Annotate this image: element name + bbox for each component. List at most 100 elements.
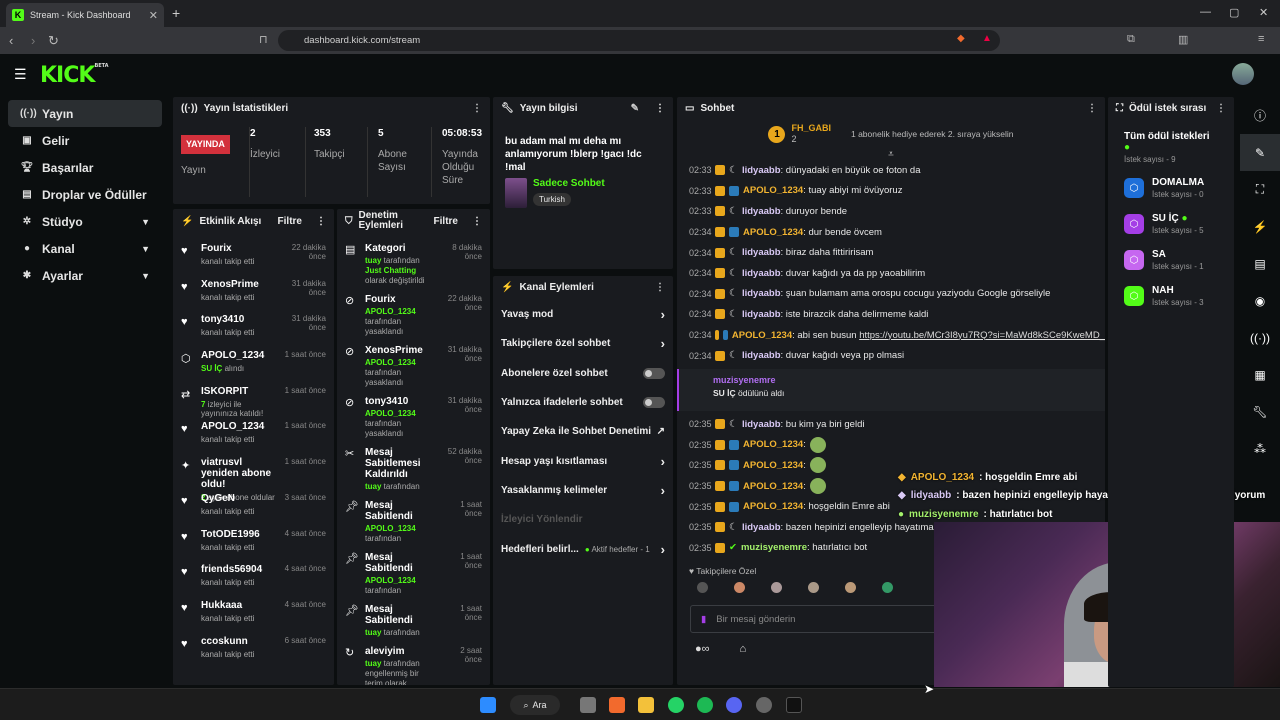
activity-user[interactable]: TotODE1996 (201, 529, 277, 540)
app-icon[interactable] (756, 697, 772, 713)
extensions-icon[interactable]: ⧉ (1127, 33, 1135, 46)
lightning-icon[interactable]: ⚡ (1240, 208, 1280, 245)
activity-user[interactable]: friends56904 (201, 564, 277, 575)
sidebar-toggle-icon[interactable]: ▥ (1178, 33, 1188, 46)
hamburger-menu-icon[interactable]: ☰ (14, 66, 27, 83)
activity-user[interactable]: ISKORPIT (201, 386, 277, 397)
discord-icon[interactable] (726, 697, 742, 713)
info-icon[interactable]: ⓘ (1240, 97, 1280, 134)
chat-username[interactable]: lidyaabb (742, 419, 781, 430)
channel-action-item[interactable]: Abonelere özel sohbet (493, 359, 673, 388)
document-icon[interactable]: ▤ (1240, 245, 1280, 282)
activity-user[interactable]: tony3410 (201, 314, 270, 325)
chat-username[interactable]: lidyaabb (742, 350, 781, 361)
reward-item[interactable]: ⬡ NAH İstek sayısı - 3 (1108, 278, 1234, 314)
file-explorer-icon[interactable] (638, 697, 654, 713)
close-tab-icon[interactable]: ✕ (149, 9, 158, 22)
sidebar-item-basarilar[interactable]: 🏆︎ Başarılar (8, 154, 162, 181)
chat-username[interactable]: muzisyenemre (741, 542, 807, 553)
activity-user[interactable]: ccoskunn (201, 636, 277, 647)
chat-username[interactable]: lidyaabb (742, 206, 781, 217)
bookmark-icon[interactable]: ⊓ (259, 33, 268, 46)
toggle-switch[interactable] (643, 367, 665, 379)
community-icon[interactable]: ●∞ (695, 643, 710, 655)
reward-item[interactable]: ⬡ SU İÇ ● İstek sayısı - 5 (1108, 206, 1234, 242)
more-options-icon[interactable]: ⋮ (472, 216, 482, 227)
category-name[interactable]: Sadece Sohbet (533, 178, 605, 189)
toggle-switch[interactable] (643, 397, 665, 409)
sidebar-item-gelir[interactable]: ▣ Gelir (8, 127, 162, 154)
reward-item[interactable]: ⬡ DOMALMA İstek sayısı - 0 (1108, 170, 1234, 206)
brave-rewards-icon[interactable]: ▲ (982, 33, 992, 44)
pinned-collapse-icon[interactable]: ⩡ (677, 149, 1105, 160)
channel-action-item[interactable]: Yavaş mod › (493, 300, 673, 329)
windows-start-icon[interactable] (480, 697, 496, 713)
menu-icon[interactable]: ≡ (1258, 33, 1264, 45)
channel-action-item[interactable]: Hesap yaşı kısıtlaması › (493, 446, 673, 475)
url-input[interactable]: dashboard.kick.com/stream (278, 30, 1000, 51)
chat-username[interactable]: lidyaabb (742, 268, 781, 279)
more-options-icon[interactable]: ⋮ (1087, 103, 1097, 114)
chat-username[interactable]: APOLO_1234 (743, 481, 803, 492)
whatsapp-icon[interactable] (668, 697, 684, 713)
reload-icon[interactable]: ↻ (48, 33, 59, 49)
maximize-icon[interactable]: ▢ (1229, 6, 1239, 19)
reward-item[interactable]: ⬡ SA İstek sayısı - 1 (1108, 242, 1234, 278)
sidebar-item-yayin[interactable]: ((·)) Yayın (8, 100, 162, 127)
sidebar-item-ayarlar[interactable]: ✱ Ayarlar ▼ (8, 262, 162, 289)
obs-icon[interactable] (786, 697, 802, 713)
chat-username[interactable]: lidyaabb (742, 288, 781, 299)
activity-user[interactable]: QyGeN (201, 493, 277, 504)
store-icon[interactable]: ⌂ (740, 643, 747, 655)
more-options-icon[interactable]: ⋮ (655, 282, 665, 293)
filter-button[interactable]: Filtre (278, 216, 302, 227)
brave-shield-icon[interactable]: ◆ (957, 33, 965, 44)
chat-username[interactable]: lidyaabb (742, 522, 781, 533)
channel-action-item[interactable]: Yapay Zeka ile Sohbet Denetimi ↗ (493, 417, 673, 446)
chat-bubble-icon[interactable]: ◉ (1240, 282, 1280, 319)
filter-button[interactable]: Filtre (434, 216, 458, 227)
channel-action-item[interactable]: Takipçilere özel sohbet › (493, 329, 673, 358)
spotify-icon[interactable] (697, 697, 713, 713)
sidebar-item-kanal[interactable]: ● Kanal ▼ (8, 235, 162, 262)
chat-username[interactable]: APOLO_1234 (743, 460, 803, 471)
chat-username[interactable]: lidyaabb (742, 247, 781, 258)
close-window-icon[interactable]: ✕ (1259, 6, 1268, 19)
broadcast-icon[interactable]: ((·)) (1240, 319, 1280, 356)
chat-username[interactable]: APOLO_1234 (743, 501, 803, 512)
message-link[interactable]: https://youtu.be/MCr3I8yu7RQ?si=MaWd8kSC… (859, 330, 1105, 341)
activity-user[interactable]: viatrusvl yeniden abone oldu! (201, 457, 277, 490)
task-view-icon[interactable] (580, 697, 596, 713)
chat-username[interactable]: APOLO_1234 (743, 439, 803, 450)
sidebar-item-droplar[interactable]: ▤ Droplar ve Ödüller (8, 181, 162, 208)
chat-username[interactable]: APOLO_1234 (743, 185, 803, 196)
activity-user[interactable]: Fourix (201, 243, 270, 254)
more-options-icon[interactable]: ⋮ (1216, 103, 1226, 114)
minimize-icon[interactable]: — (1200, 6, 1211, 18)
kick-logo[interactable]: KICKBETA (40, 63, 109, 88)
layout-icon[interactable]: ▦ (1240, 356, 1280, 393)
community-icon[interactable]: ⁂ (1240, 430, 1280, 467)
channel-action-item[interactable]: Yasaklanmış kelimeler › (493, 476, 673, 505)
edit-layout-icon[interactable]: ✎ (1240, 134, 1280, 171)
browser-tab[interactable]: K Stream - Kick Dashboard ✕ (6, 3, 164, 27)
back-icon[interactable]: ‹ (9, 33, 13, 48)
microphone-icon[interactable]: ▮ (701, 614, 706, 625)
sidebar-item-studyo[interactable]: ✲ Stüdyo ▼ (8, 208, 162, 235)
activity-user[interactable]: APOLO_1234 (201, 350, 277, 361)
forward-icon[interactable]: › (31, 33, 35, 48)
brave-browser-icon[interactable] (609, 697, 625, 713)
channel-action-item[interactable]: Hedefleri belirl... ● Aktif hedefler - 1 › (493, 534, 673, 563)
more-options-icon[interactable]: ⋮ (472, 103, 482, 114)
channel-action-item[interactable]: Yalnızca ifadelerle sohbet (493, 388, 673, 417)
edit-icon[interactable]: ✎ (631, 103, 639, 114)
taskbar-search[interactable]: ⌕ Ara (510, 695, 560, 715)
wrench-icon[interactable]: 🔧︎ (1240, 393, 1280, 430)
activity-user[interactable]: APOLO_1234 (201, 421, 277, 432)
new-tab-icon[interactable]: + (172, 5, 180, 21)
chat-username[interactable]: APOLO_1234 (732, 330, 792, 341)
camera-icon[interactable]: ⛶ (1240, 171, 1280, 208)
more-options-icon[interactable]: ⋮ (316, 216, 326, 227)
user-avatar[interactable] (1232, 63, 1254, 85)
activity-user[interactable]: Hukkaaa (201, 600, 277, 611)
